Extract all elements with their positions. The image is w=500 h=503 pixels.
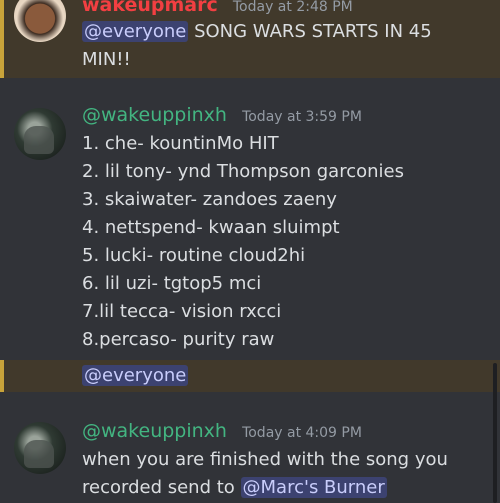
avatar[interactable] <box>14 108 66 160</box>
message-header: @wakeuppinxh Today at 4:09 PM <box>82 420 362 442</box>
list-item: 1. che- kountinMo HIT <box>82 133 279 154</box>
list-item: 6. lil uzi- tgtop5 mci <box>82 273 262 294</box>
message-text: MIN!! <box>82 49 131 70</box>
username[interactable]: wakeupmarc <box>82 0 218 16</box>
scrollbar[interactable] <box>493 363 497 503</box>
message-content: 1. che- kountinMo HIT 2. lil tony- ynd T… <box>82 130 404 354</box>
timestamp: Today at 2:48 PM <box>232 0 353 15</box>
list-item: 2. lil tony- ynd Thompson garconies <box>82 161 404 182</box>
message-4: @wakeuppinxh Today at 4:09 PM when you a… <box>0 412 500 500</box>
mention-everyone[interactable]: @everyone <box>82 365 189 386</box>
message-content: @everyone <box>82 362 189 390</box>
message-2: @wakeuppinxh Today at 3:59 PM 1. che- ko… <box>0 96 500 358</box>
list-item: 4. nettspend- kwaan sluimpt <box>82 217 340 238</box>
list-item: 5. lucki- routine cloud2hi <box>82 245 306 266</box>
message-header: @wakeuppinxh Today at 3:59 PM <box>82 104 362 126</box>
username[interactable]: @wakeuppinxh <box>82 420 227 442</box>
message-text: when you are finished with the song you <box>82 449 448 470</box>
avatar[interactable] <box>14 0 66 42</box>
list-item: 7.lil tecca- vision rxcci <box>82 301 282 322</box>
message-text: recorded send to <box>82 477 241 498</box>
timestamp: Today at 3:59 PM <box>242 109 362 125</box>
message-content: when you are finished with the song you … <box>82 446 448 502</box>
mention-everyone[interactable]: @everyone <box>82 21 189 42</box>
message-content: @everyone SONG WARS STARTS IN 45 MIN!! <box>82 18 432 74</box>
avatar[interactable] <box>14 422 66 474</box>
list-item: 8.percaso- purity raw <box>82 329 275 350</box>
message-1: wakeupmarc Today at 2:48 PM @everyone SO… <box>0 0 500 78</box>
message-text: SONG WARS STARTS IN 45 <box>188 21 432 42</box>
message-header: wakeupmarc Today at 2:48 PM <box>82 0 353 16</box>
timestamp: Today at 4:09 PM <box>242 425 362 441</box>
message-3: @everyone <box>0 360 500 392</box>
mention-user[interactable]: @Marc's Burner <box>240 477 387 498</box>
list-item: 3. skaiwater- zandoes zaeny <box>82 189 337 210</box>
username[interactable]: @wakeuppinxh <box>82 104 227 126</box>
